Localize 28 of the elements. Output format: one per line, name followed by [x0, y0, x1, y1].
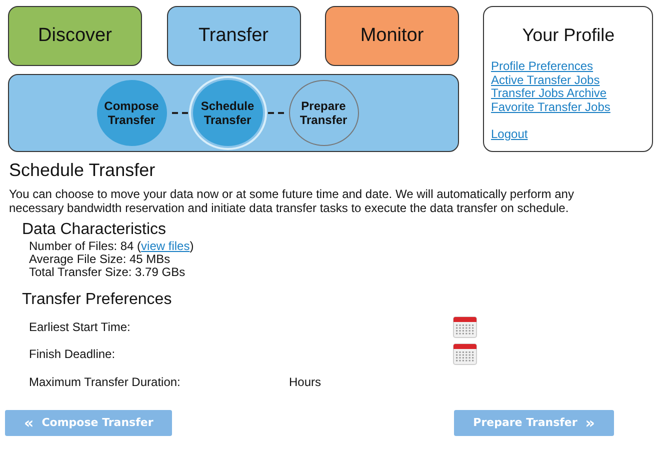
view-files-link[interactable]: view files — [141, 239, 190, 253]
profile-link[interactable]: Active Transfer Jobs — [491, 74, 600, 87]
calendar-icon[interactable] — [453, 343, 477, 366]
field-label: Earliest Start Time: — [29, 320, 132, 334]
intro-text: You can choose to move your data now or at some future time and date. We will automatically perform any necessary bandwidth reservation and initiate data transfer tasks to execute the data transfer on schedule. — [9, 188, 575, 215]
fact-text: Total Transfer Size: 3.79 GBs — [29, 266, 186, 279]
section-title: Data Characteristics — [22, 221, 168, 239]
connector-line — [172, 112, 188, 114]
nav-tab[interactable]: Discover — [8, 6, 142, 66]
profile-link[interactable]: Favorite Transfer Jobs — [491, 100, 610, 114]
file-count-text: Number of Files: 84 (view files) — [29, 240, 195, 253]
step-circle[interactable]: Prepare Transfer — [288, 80, 358, 146]
profile-link[interactable]: Transfer Jobs Archive — [491, 87, 607, 100]
section-title: Transfer Preferences — [22, 291, 173, 309]
profile-link[interactable]: Profile Preferences — [491, 60, 594, 74]
logout-link[interactable]: Logout — [491, 128, 528, 142]
page-title: Schedule Transfer — [9, 160, 156, 181]
nav-tab[interactable]: Transfer — [166, 6, 300, 66]
fact-text: Average File Size: 45 MBs — [29, 253, 172, 266]
nav-tab[interactable]: Monitor — [325, 6, 459, 66]
step-circle[interactable]: Schedule Transfer — [192, 80, 262, 146]
connector-line — [268, 112, 284, 114]
profile-title: Your Profile — [522, 25, 615, 46]
step-circle[interactable]: Compose Transfer — [96, 80, 166, 146]
field-label: Maximum Transfer Duration: — [29, 374, 182, 389]
calendar-icon[interactable] — [453, 316, 477, 338]
unit-label: Hours — [289, 374, 322, 389]
field-label: Finish Deadline: — [29, 347, 116, 362]
